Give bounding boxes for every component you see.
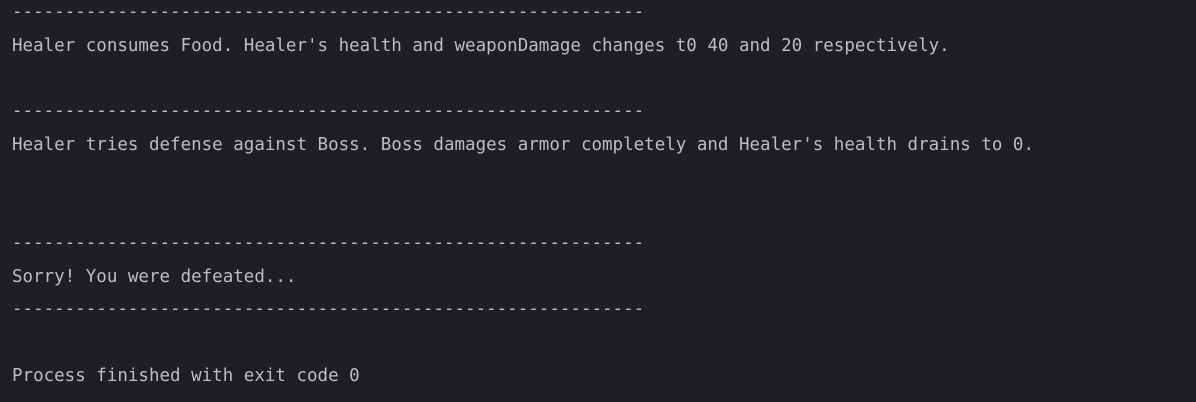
run-console-output[interactable]: ----------------------------------------… [0,0,1196,402]
defeat-message: Sorry! You were defeated... [12,267,297,287]
separator-line: ----------------------------------------… [12,299,645,319]
separator-line: ----------------------------------------… [12,101,645,121]
separator-line: ----------------------------------------… [12,2,645,22]
defense-message: Healer tries defense against Boss. Boss … [12,135,1034,155]
food-consumed-message: Healer consumes Food. Healer's health an… [12,36,950,56]
process-exit-message: Process finished with exit code 0 [12,366,360,386]
separator-line: ----------------------------------------… [12,233,645,253]
